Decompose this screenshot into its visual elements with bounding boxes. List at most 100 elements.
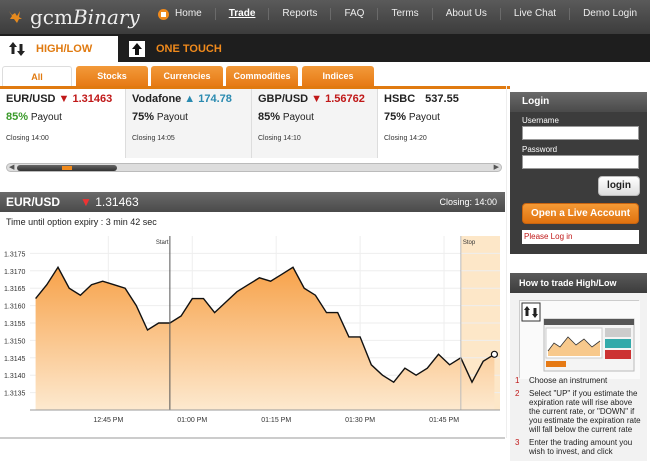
y-tick-label: 1.3165 [4,286,26,293]
step-text: Select "UP" if you estimate the expirati… [529,389,641,434]
payout-label: Payout [156,112,188,123]
tab-indices[interactable]: Indices [302,66,374,86]
stop-marker-label: Stop [463,240,476,246]
how-to-title: How to trade High/Low [510,273,647,293]
x-tick-label: 01:15 PM [261,417,291,424]
y-tick-label: 1.3140 [4,373,26,380]
y-tick-label: 1.3160 [4,304,26,311]
step-text: Choose an instrument [529,376,608,385]
x-tick-label: 01:30 PM [345,417,375,424]
login-button[interactable]: login [598,176,640,196]
mode-bar: HIGH/LOW ONE TOUCH [0,34,650,62]
chart-current-price: 1.31463 [95,195,139,209]
top-bar: gcm Binary Home Trade Reports FAQ Terms … [0,0,650,34]
instrument-name: Vodafone [132,93,182,105]
price-chart[interactable]: 1.3175 1.3170 1.3165 1.3160 1.3155 1.3150 1.31… [0,232,505,438]
x-tick-label: 01:00 PM [177,417,207,424]
how-to-video-thumbnail[interactable] [519,300,640,379]
tab-currencies[interactable]: Currencies [151,66,223,86]
instrument-card-gbpusd[interactable]: GBP/USD ▼ 1.56762 85% Payout Closing 14:1… [252,89,378,158]
nav-home-label: Home [175,8,202,19]
y-tick-label: 1.3175 [4,251,26,258]
instrument-price-value: 1.56762 [325,93,365,105]
down-arrow-icon: ▼ [311,93,326,105]
instrument-scrollbar[interactable]: ◀ ▶ [6,163,502,172]
scroll-right-arrow-icon[interactable]: ▶ [494,164,499,172]
nav-reports[interactable]: Reports [268,8,330,20]
step-number: 1 [515,376,520,385]
nav-faq[interactable]: FAQ [330,8,377,20]
tab-all[interactable]: All [2,66,72,86]
how-to-panel: How to trade High/Low 1 Choose an instrum… [510,273,647,461]
instrument-card-vodafone[interactable]: Vodafone ▲ 174.78 75% Payout Closing 14:0… [126,89,252,158]
tab-commodities[interactable]: Commodities [226,66,298,86]
closing-time: Closing 14:20 [384,135,427,142]
username-label: Username [522,116,559,125]
payout-pct: 75% [132,111,155,123]
login-error-message: Please Log in [522,230,639,244]
logo-text-gcm: gcm [30,5,73,29]
nav-live-chat[interactable]: Live Chat [499,8,569,20]
password-input[interactable] [522,155,639,169]
bull-logo-icon [9,11,22,23]
nav-trade[interactable]: Trade [214,8,269,20]
y-tick-label: 1.3135 [4,391,26,398]
instrument-name: EUR/USD [6,93,56,105]
mode-high-low-tab[interactable]: HIGH/LOW [0,36,118,62]
instrument-card-eurusd[interactable]: EUR/USD ▼ 1.31463 85% Payout Closing 14:0… [0,89,126,158]
main-nav: Home Trade Reports FAQ Terms About Us Li… [145,0,650,28]
scroll-left-arrow-icon[interactable]: ◀ [9,164,14,172]
instrument-name: HSBC [384,93,416,105]
instrument-name: GBP/USD [258,93,309,105]
closing-time: Closing 14:05 [132,135,175,142]
x-tick-label: 01:45 PM [429,417,459,424]
nav-terms[interactable]: Terms [377,8,431,20]
instrument-price: ▼ 1.56762 [311,93,365,105]
how-to-step: 3 Enter the trading amount you wish to in… [515,438,643,456]
instrument-price-value: 1.31463 [72,93,113,105]
how-to-steps: 1 Choose an instrument 2 Select "UP" if yo… [515,376,643,460]
instrument-price-value: 537.55 [425,93,459,105]
down-arrow-icon: ▼ [58,93,73,105]
mode-one-touch-tab[interactable]: ONE TOUCH [120,36,238,62]
column-divider [506,86,507,438]
closing-time: Closing 14:00 [6,135,49,142]
payout: 75% Payout [132,111,245,123]
step-number: 3 [515,438,520,447]
tab-stocks[interactable]: Stocks [76,66,148,86]
category-tabs: All Stocks Currencies Commodities Indice… [0,66,510,86]
scroll-thumb[interactable] [17,165,117,171]
current-price-dot [490,350,499,358]
login-title: Login [510,92,647,112]
payout-label: Payout [282,112,314,123]
payout-label: Payout [408,112,440,123]
up-down-arrows-icon [9,42,25,56]
chart-header: EUR/USD ▼ 1.31463 Closing: 14:00 [0,192,505,212]
expiry-countdown: Time until option expiry : 3 min 42 sec [6,217,157,227]
down-arrow-icon: ▼ [80,195,92,209]
username-input[interactable] [522,126,639,140]
nav-demo-login[interactable]: Demo Login [569,8,650,20]
start-marker-label: Start [156,240,169,246]
logo-text-binary: Binary [72,5,140,29]
chart-current-value: ▼ 1.31463 [80,195,139,209]
chart-footer-line [0,437,505,439]
instrument-price-value: 174.78 [198,93,232,105]
open-live-account-button[interactable]: Open a Live Account [522,203,639,224]
closing-time: Closing 14:10 [258,135,301,142]
y-tick-label: 1.3170 [4,269,26,276]
how-to-step: 1 Choose an instrument [515,376,643,385]
instrument-strip: EUR/USD ▼ 1.31463 85% Payout Closing 14:0… [0,86,510,158]
y-tick-label: 1.3145 [4,356,26,363]
nav-about-us[interactable]: About Us [431,8,500,20]
y-tick-label: 1.3150 [4,338,26,345]
mode-one-touch-label: ONE TOUCH [156,43,222,55]
payout-pct: 85% [6,111,29,123]
step-text: Enter the trading amount you wish to inv… [529,438,633,456]
step-number: 2 [515,389,520,398]
instrument-card-hsbc[interactable]: HSBC 537.55 75% Payout Closing 14:20 [378,89,504,158]
chart-pair: EUR/USD [6,195,61,209]
nav-home[interactable]: Home [145,8,215,20]
password-label: Password [522,145,558,154]
logo[interactable]: gcm Binary [6,4,140,30]
